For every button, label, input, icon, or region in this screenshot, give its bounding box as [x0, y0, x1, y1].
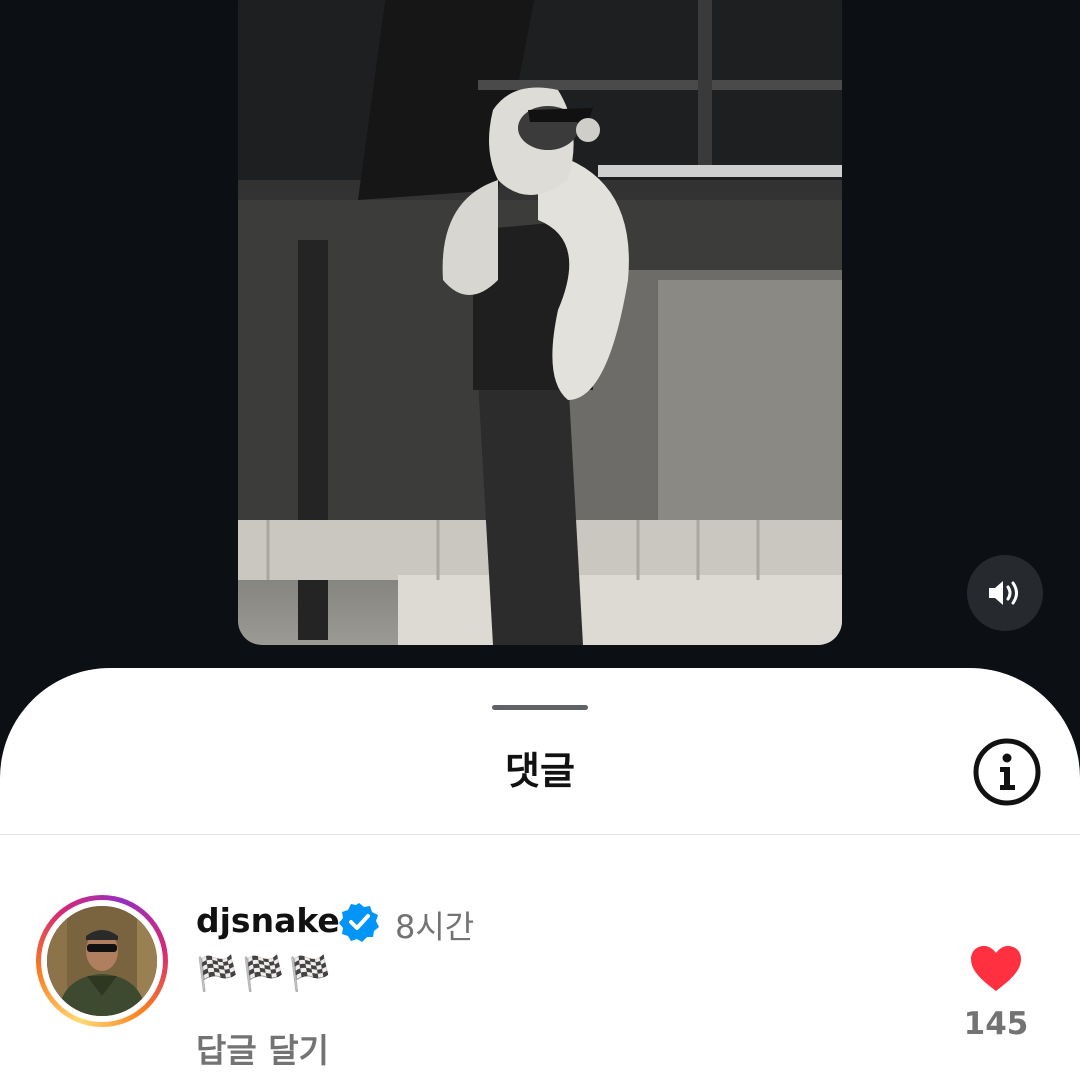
reply-button[interactable]: 답글 달기 — [196, 1024, 329, 1072]
checkered-flag-emoji: 🏁 — [288, 954, 332, 994]
sheet-title: 댓글 — [505, 749, 575, 793]
comment-username[interactable]: djsnake — [196, 901, 340, 940]
sound-toggle-button[interactable] — [967, 555, 1043, 631]
speaker-volume-icon — [989, 581, 1018, 605]
like-button[interactable] — [970, 945, 1022, 993]
heart-icon — [971, 946, 1021, 991]
info-button[interactable] — [972, 737, 1042, 807]
comment-timestamp: 8시간 — [395, 908, 475, 946]
sheet-drag-handle[interactable] — [492, 705, 588, 710]
like-count: 145 — [963, 1006, 1029, 1042]
avatar — [47, 906, 157, 1016]
comments-sheet: 댓글 djsnake 8시간 🏁 🏁 🏁 답글 달기 145 — [0, 668, 1080, 1079]
video-frame-image — [238, 0, 842, 645]
comment-text: 🏁 🏁 🏁 — [196, 954, 331, 994]
verified-badge-icon — [339, 903, 379, 942]
sheet-header-divider — [0, 834, 1080, 835]
checkered-flag-emoji: 🏁 — [242, 954, 285, 994]
info-circle-icon — [973, 738, 1041, 806]
avatar-story-ring[interactable] — [36, 895, 168, 1027]
checkered-flag-emoji: 🏁 — [196, 954, 239, 994]
reel-video[interactable] — [238, 0, 842, 645]
